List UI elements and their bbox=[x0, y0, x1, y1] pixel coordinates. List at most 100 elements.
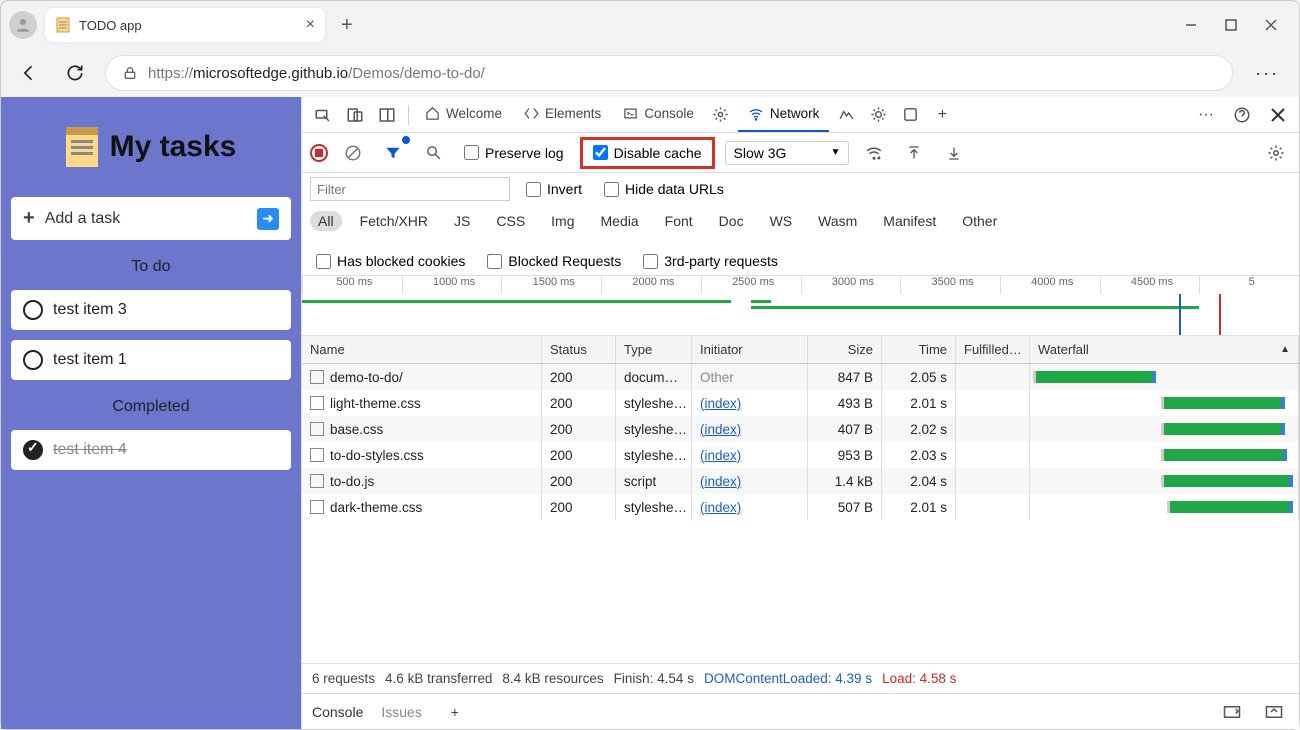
col-status[interactable]: Status bbox=[542, 336, 616, 363]
type-filter-manifest[interactable]: Manifest bbox=[875, 211, 944, 231]
initiator-link[interactable]: (index) bbox=[700, 448, 741, 463]
type-filter-all[interactable]: All bbox=[310, 211, 342, 231]
help-button[interactable] bbox=[1227, 100, 1257, 130]
performance-icon[interactable] bbox=[831, 100, 861, 130]
type-filter-font[interactable]: Font bbox=[657, 211, 701, 231]
browser-tab[interactable]: TODO app × bbox=[45, 8, 325, 42]
import-har-button[interactable] bbox=[899, 138, 929, 168]
col-type[interactable]: Type bbox=[616, 336, 692, 363]
drawer-collapse-button[interactable] bbox=[1259, 697, 1289, 727]
col-name[interactable]: Name bbox=[302, 336, 542, 363]
devtools-menu-button[interactable]: ··· bbox=[1191, 100, 1221, 130]
todo-item[interactable]: test item 3 bbox=[11, 290, 291, 330]
col-fulfilled[interactable]: Fulfilled… bbox=[956, 336, 1030, 363]
todo-item-label: test item 1 bbox=[53, 351, 127, 369]
completed-item[interactable]: test item 4 bbox=[11, 430, 291, 470]
throttle-select[interactable]: Slow 3G ▼ bbox=[725, 141, 850, 165]
initiator-link[interactable]: (index) bbox=[700, 396, 741, 411]
table-row[interactable]: to-do.js200script(index)1.4 kB2.04 s bbox=[302, 468, 1299, 494]
type-filter-media[interactable]: Media bbox=[593, 211, 647, 231]
tab-welcome[interactable]: Welcome bbox=[415, 97, 512, 132]
device-emulation-button[interactable] bbox=[340, 100, 370, 130]
application-icon[interactable] bbox=[895, 100, 925, 130]
tab-close-button[interactable]: × bbox=[306, 16, 315, 34]
record-button[interactable] bbox=[310, 144, 328, 162]
maximize-button[interactable] bbox=[1223, 17, 1239, 33]
network-timeline[interactable]: 500 ms1000 ms1500 ms2000 ms2500 ms3000 m… bbox=[302, 276, 1299, 336]
col-size[interactable]: Size bbox=[808, 336, 882, 363]
table-row[interactable]: light-theme.css200styleshe…(index)493 B2… bbox=[302, 390, 1299, 416]
type-filter-img[interactable]: Img bbox=[543, 211, 582, 231]
tab-console[interactable]: Console bbox=[613, 97, 704, 132]
export-har-button[interactable] bbox=[939, 138, 969, 168]
disable-cache-checkbox[interactable]: Disable cache bbox=[587, 143, 708, 163]
table-row[interactable]: dark-theme.css200styleshe…(index)507 B2.… bbox=[302, 494, 1299, 520]
type-filter-wasm[interactable]: Wasm bbox=[810, 211, 865, 231]
col-initiator[interactable]: Initiator bbox=[692, 336, 808, 363]
type-filter-css[interactable]: CSS bbox=[488, 211, 533, 231]
app-header: My tasks bbox=[11, 107, 291, 187]
table-row[interactable]: base.css200styleshe…(index)407 B2.02 s bbox=[302, 416, 1299, 442]
profile-avatar[interactable] bbox=[9, 11, 37, 39]
status-resources: 8.4 kB resources bbox=[502, 671, 603, 686]
initiator-link[interactable]: (index) bbox=[700, 422, 741, 437]
memory-icon[interactable] bbox=[863, 100, 893, 130]
table-row[interactable]: to-do-styles.css200styleshe…(index)953 B… bbox=[302, 442, 1299, 468]
clear-button[interactable] bbox=[338, 138, 368, 168]
refresh-button[interactable] bbox=[59, 57, 91, 89]
todo-item[interactable]: test item 1 bbox=[11, 340, 291, 380]
filter-toggle-button[interactable] bbox=[378, 138, 408, 168]
type-filter-other[interactable]: Other bbox=[954, 211, 1005, 231]
unchecked-icon[interactable] bbox=[23, 350, 43, 370]
add-task-input[interactable]: + Add a task ➜ bbox=[11, 197, 291, 240]
sources-icon[interactable] bbox=[706, 100, 736, 130]
dock-side-button[interactable] bbox=[372, 100, 402, 130]
browser-menu-button[interactable]: ··· bbox=[1247, 63, 1287, 84]
type-filter-ws[interactable]: WS bbox=[762, 211, 801, 231]
type-filter-doc[interactable]: Doc bbox=[711, 211, 752, 231]
file-icon bbox=[310, 370, 324, 384]
checked-icon[interactable] bbox=[23, 440, 43, 460]
minimize-button[interactable] bbox=[1183, 17, 1199, 33]
drawer-expand-button[interactable] bbox=[1217, 697, 1247, 727]
network-settings-button[interactable] bbox=[1261, 138, 1291, 168]
new-tab-button[interactable]: + bbox=[333, 14, 361, 37]
table-row[interactable]: demo-to-do/200docum…Other847 B2.05 s bbox=[302, 364, 1299, 390]
drawer-issues-tab[interactable]: Issues bbox=[381, 704, 421, 720]
url-field[interactable]: https://microsoftedge.github.io/Demos/de… bbox=[105, 55, 1233, 91]
col-waterfall[interactable]: Waterfall▲ bbox=[1030, 336, 1299, 363]
preserve-log-checkbox[interactable]: Preserve log bbox=[458, 143, 570, 163]
type-filter-fetchxhr[interactable]: Fetch/XHR bbox=[352, 211, 436, 231]
devtools-drawer: Console Issues + bbox=[302, 693, 1299, 729]
blocked-requests-checkbox[interactable]: Blocked Requests bbox=[481, 251, 627, 271]
col-time[interactable]: Time bbox=[882, 336, 956, 363]
initiator-link[interactable]: (index) bbox=[700, 500, 741, 515]
tab-network[interactable]: Network bbox=[738, 97, 830, 132]
third-party-checkbox[interactable]: 3rd-party requests bbox=[637, 251, 784, 271]
drawer-add-tab-button[interactable]: + bbox=[440, 697, 470, 727]
hide-data-urls-checkbox[interactable]: Hide data URLs bbox=[598, 179, 730, 199]
more-tabs-button[interactable]: + bbox=[927, 100, 957, 130]
type-filter-group: All Fetch/XHR JS CSS Img Media Font Doc WS Wasm Ma… bbox=[310, 211, 1005, 231]
search-button[interactable] bbox=[418, 138, 448, 168]
network-conditions-button[interactable] bbox=[859, 138, 889, 168]
file-icon bbox=[310, 396, 324, 410]
network-toolbar: Preserve log Disable cache Slow 3G ▼ bbox=[302, 133, 1299, 173]
type-filter-js[interactable]: JS bbox=[446, 211, 478, 231]
drawer-console-tab[interactable]: Console bbox=[312, 704, 363, 720]
clipboard-icon bbox=[66, 127, 98, 167]
close-devtools-button[interactable] bbox=[1263, 100, 1293, 130]
url-text: https://microsoftedge.github.io/Demos/de… bbox=[148, 65, 485, 82]
submit-task-button[interactable]: ➜ bbox=[257, 208, 279, 230]
filter-input[interactable] bbox=[310, 177, 510, 201]
inspect-element-button[interactable] bbox=[308, 100, 338, 130]
invert-checkbox[interactable]: Invert bbox=[520, 179, 588, 199]
network-grid-body[interactable]: demo-to-do/200docum…Other847 B2.05 sligh… bbox=[302, 364, 1299, 663]
tab-elements[interactable]: Elements bbox=[514, 97, 611, 132]
back-button[interactable] bbox=[13, 57, 45, 89]
status-load: Load: 4.58 s bbox=[882, 671, 956, 686]
unchecked-icon[interactable] bbox=[23, 300, 43, 320]
blocked-cookies-checkbox[interactable]: Has blocked cookies bbox=[310, 251, 471, 271]
close-window-button[interactable] bbox=[1263, 17, 1279, 33]
initiator-link[interactable]: (index) bbox=[700, 474, 741, 489]
